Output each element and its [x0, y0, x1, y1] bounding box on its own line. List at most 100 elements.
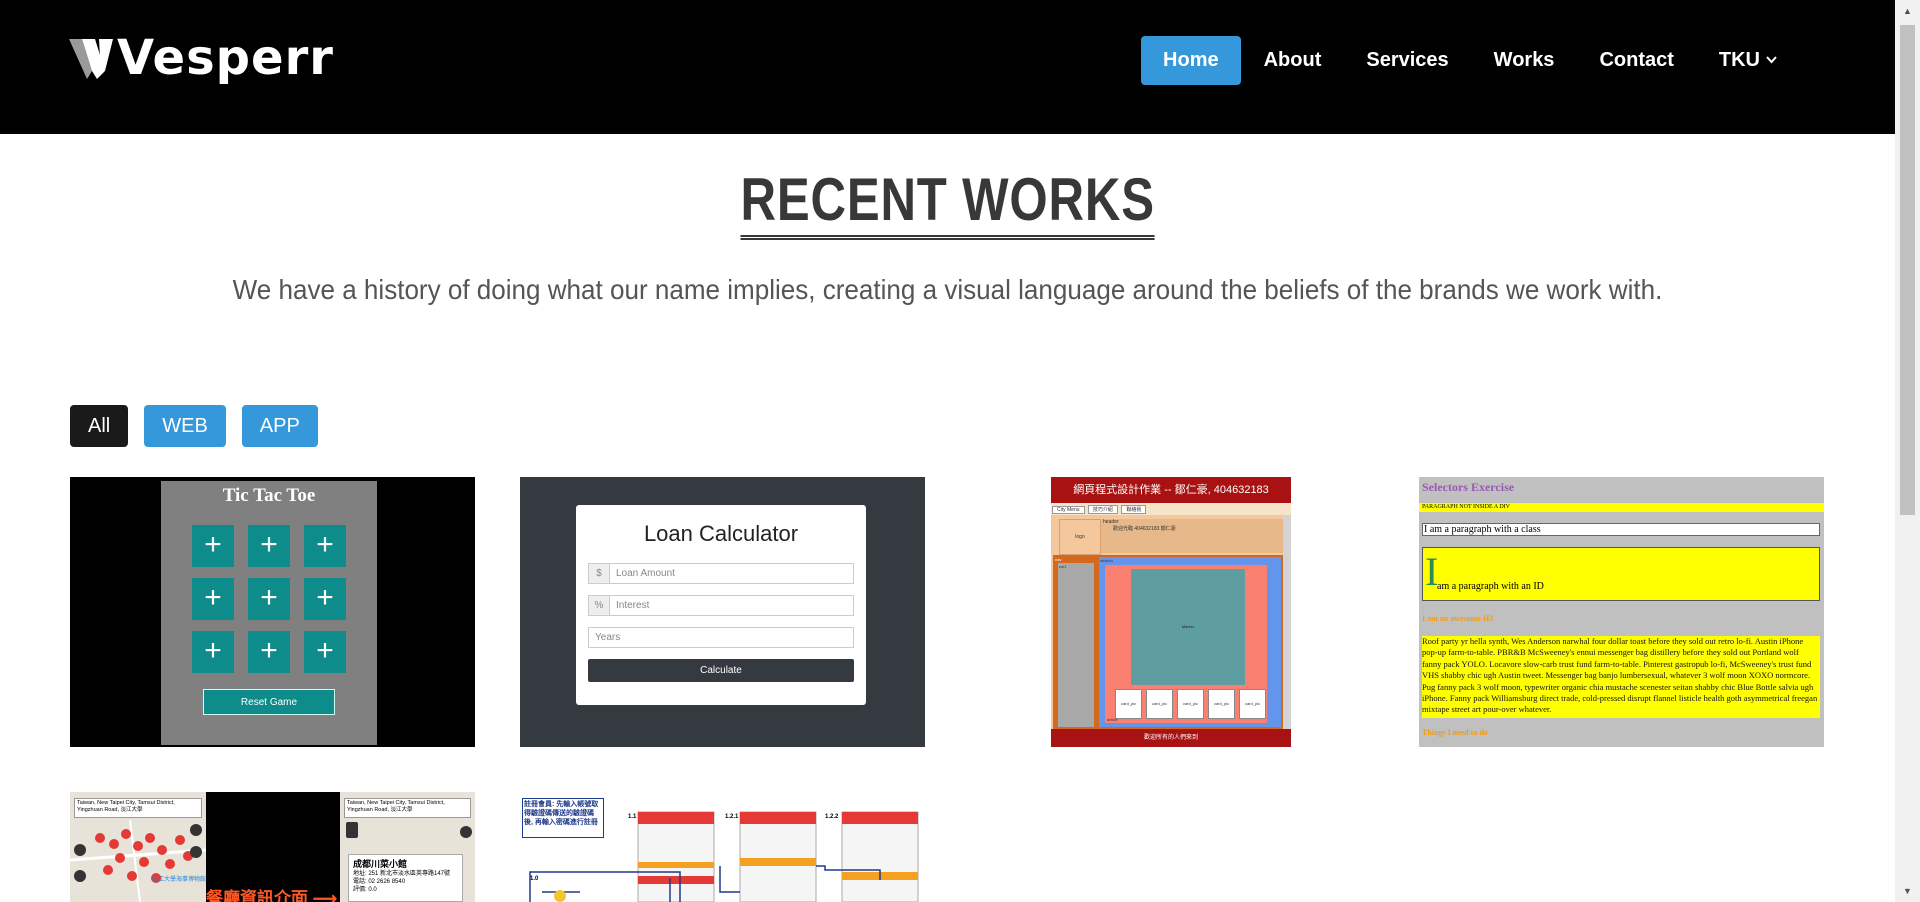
work-card-loan-calculator[interactable]: Loan Calculator $ Loan Amount % Interest Y… [520, 477, 925, 747]
loan-interest-placeholder: Interest [616, 600, 650, 611]
map-markers-icon [70, 820, 206, 902]
logo-text: Vesperr [117, 30, 334, 86]
nav-home[interactable]: Home [1141, 36, 1241, 85]
tictactoe-reset: Reset Game [203, 689, 335, 715]
layout-hw-pic: card_pic [1208, 689, 1235, 719]
nav-about[interactable]: About [1242, 36, 1344, 85]
layout-hw-title: 網頁程式設計作業 -- 鄒仁豪, 404632183 [1051, 477, 1291, 503]
chevron-down-icon [1766, 52, 1777, 67]
filter-all[interactable]: All [70, 405, 129, 447]
map-banner-text: 餐廳資訊介面 [206, 889, 308, 902]
layout-hw-section: section Marker card_pic card_pic card_pi… [1099, 557, 1281, 727]
layout-hw-pic: card_pic [1146, 689, 1173, 719]
loan-interest-field: % Interest [588, 595, 854, 616]
works-title-wrap: RECENT WORKS [0, 168, 1895, 240]
loan-amount-placeholder: Loan Amount [616, 568, 675, 579]
layout-hw-body: logo header 歡迎光臨 404632183 鄒仁豪 nav col1 … [1051, 515, 1291, 737]
tictactoe-cell: + [304, 525, 346, 567]
map-search-left: Taiwan, New Taipei City, Tamsui District… [74, 798, 202, 818]
layout-hw-col1: col1 [1058, 563, 1094, 727]
work-card-tictactoe[interactable]: Tic Tac Toe + + + + + + + + + Reset Game [70, 477, 475, 747]
layout-hw-scroll [1283, 515, 1291, 729]
page-scrollbar[interactable]: ▲ ▼ [1895, 0, 1920, 902]
logo-mark-icon [69, 39, 113, 79]
work-card-flow-app[interactable]: 註冊會員: 先輸入帳號取得驗證碼傳送的驗證碼後, 再輸入密碼進行註冊 1.1 1… [520, 792, 925, 902]
selectors-p3: I am a paragraph with an ID [1422, 547, 1820, 601]
layout-hw-logo: logo [1059, 519, 1101, 555]
layout-hw-nav-label: nav [1055, 557, 1062, 562]
selectors-h4: Things I need to do [1422, 728, 1488, 737]
selectors-page: Selectors Exercise PARAGRAPH NOT INSIDE … [1419, 477, 1824, 747]
scroll-up-arrow-icon[interactable]: ▲ [1895, 0, 1920, 22]
nav-tku-label: TKU [1718, 49, 1760, 71]
selectors-p2: I am a paragraph with a class [1422, 523, 1820, 536]
layout-hw-tab: 技巧介紹 [1087, 505, 1118, 514]
tictactoe-cell: + [304, 578, 346, 620]
nav-services[interactable]: Services [1344, 36, 1470, 85]
map-right-screen: Taiwan, New Taipei City, Tamsui District… [340, 792, 475, 902]
loan-amount-field: $ Loan Amount [588, 563, 854, 584]
map-info-window: 成都川菜小館 地址: 251 新北市淡水區英專路147號 電話: 02 2626… [348, 854, 463, 902]
nav-tku-dropdown[interactable]: TKU [1697, 36, 1799, 85]
works-title: RECENT WORKS [740, 168, 1155, 240]
tictactoe-title: Tic Tac Toe [222, 485, 316, 506]
nav-contact[interactable]: Contact [1577, 36, 1695, 85]
layout-hw-nav: nav col1 section Marker card_pic card_pi… [1053, 555, 1283, 729]
tictactoe-cell: + [248, 578, 290, 620]
layout-hw-section-label: section [1100, 558, 1113, 563]
works-subtitle: We have a history of doing what our name… [232, 274, 1663, 305]
flow-diagram-icon [529, 811, 919, 902]
layout-hw-pic: card_pic [1115, 689, 1142, 719]
dollar-icon: $ [589, 564, 610, 583]
map-info-rating: 評價: 0.0 [353, 887, 377, 893]
work-card-layout-homework[interactable]: 網頁程式設計作業 -- 鄒仁豪, 404632183 City Menu 技巧介… [1051, 477, 1291, 747]
map-info-address: 地址: 251 新北市淡水區英專路147號 [353, 871, 451, 877]
nav-works[interactable]: Works [1472, 36, 1577, 85]
layout-hw-header-text: 歡迎光臨 404632183 鄒仁豪 [1113, 526, 1176, 532]
layout-hw-pic: card_pic [1239, 689, 1266, 719]
layout-hw-header: header 歡迎光臨 404632183 鄒仁豪 [1101, 519, 1287, 553]
tictactoe-cell: + [248, 525, 290, 567]
selectors-p3-rest: am a paragraph with an ID [1437, 581, 1544, 592]
map-locate-icon [460, 826, 472, 838]
loan-years-placeholder: Years [595, 632, 621, 643]
layout-hw-footer: 歡迎所有的人們來到 [1051, 729, 1291, 747]
scroll-thumb[interactable] [1900, 25, 1915, 515]
portfolio-filters: All WEB APP [70, 405, 334, 447]
layout-hw-pic: card_pic [1177, 689, 1204, 719]
map-search-right: Taiwan, New Taipei City, Tamsui District… [344, 798, 471, 818]
loan-years-field: Years [588, 627, 854, 648]
layout-hw-tab: City Menu [1052, 506, 1085, 514]
tictactoe-board: Tic Tac Toe + + + + + + + + + Reset Game [161, 481, 377, 745]
map-middle-panel: 餐廳資訊介面 ⟶ [206, 792, 340, 902]
filter-web[interactable]: WEB [144, 405, 226, 447]
tictactoe-cell: + [192, 525, 234, 567]
tictactoe-cell: + [248, 631, 290, 673]
layout-hw-main: Marker [1131, 569, 1245, 685]
tictactoe-cell: + [192, 578, 234, 620]
layout-hw-pics: card_pic card_pic card_pic card_pic card… [1115, 689, 1266, 719]
map-info-name: 成都川菜小館 [353, 859, 408, 869]
map-campus-label: 淡江大學海事博物館 [152, 877, 207, 883]
filter-app[interactable]: APP [241, 405, 318, 447]
work-card-selectors-exercise[interactable]: Selectors Exercise PARAGRAPH NOT INSIDE … [1419, 477, 1824, 747]
map-banner: 餐廳資訊介面 ⟶ [206, 884, 337, 902]
site-header: Vesperr Home About Services Works Contac… [0, 0, 1895, 134]
layout-hw-section-inner: Marker card_pic card_pic card_pic card_p… [1105, 565, 1267, 723]
selectors-h3: I am an awesome H3 [1422, 614, 1494, 623]
loan-form: Loan Calculator $ Loan Amount % Interest Y… [576, 505, 866, 705]
selectors-title: Selectors Exercise [1422, 480, 1515, 494]
map-left-screen: Taiwan, New Taipei City, Tamsui District… [70, 792, 206, 902]
layout-hw-tabs: City Menu 技巧介紹 聯絡我 [1051, 503, 1291, 515]
tictactoe-cell: + [192, 631, 234, 673]
work-card-map-app[interactable]: Taiwan, New Taipei City, Tamsui District… [70, 792, 475, 902]
layout-hw-tab: 聯絡我 [1121, 505, 1147, 514]
logo[interactable]: Vesperr [69, 30, 334, 86]
tictactoe-cell: + [304, 631, 346, 673]
map-layer-icon [346, 822, 358, 838]
selectors-p1: PARAGRAPH NOT INSIDE A DIV [1419, 503, 1824, 512]
scroll-down-arrow-icon[interactable]: ▼ [1895, 880, 1920, 902]
main-nav: Home About Services Works Contact TKU [1140, 36, 1799, 85]
selectors-lorem: Roof party yr hella synth, Wes Anderson … [1422, 636, 1820, 718]
loan-title: Loan Calculator [643, 521, 799, 546]
